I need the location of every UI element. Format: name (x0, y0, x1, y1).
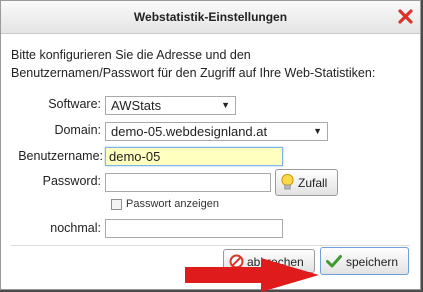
dropdown-arrow-icon: ▼ (313, 126, 322, 136)
dropdown-arrow-icon: ▼ (221, 100, 230, 110)
lightbulb-icon (281, 173, 294, 190)
repeat-password-label: nochmal: (50, 221, 101, 235)
software-value: AWStats (111, 98, 162, 113)
button-separator (11, 245, 410, 246)
software-select[interactable]: AWStats ▼ (105, 96, 236, 115)
intro-line-2: Benutzernamen/Passwort für den Zugriff a… (11, 66, 376, 80)
red-arrow-icon (185, 258, 319, 292)
password-label: Password: (42, 174, 101, 188)
domain-value: demo-05.webdesignland.at (111, 124, 268, 139)
close-icon (398, 9, 413, 24)
domain-label: Domain: (54, 123, 101, 137)
dialog-title: Webstatistik-Einstellungen (133, 10, 288, 24)
password-input[interactable] (105, 173, 271, 192)
random-button-label: Zufall (298, 176, 328, 190)
repeat-password-input[interactable] (105, 219, 283, 238)
software-label: Software: (48, 97, 101, 111)
random-password-button[interactable]: Zufall (275, 169, 338, 196)
username-input[interactable]: demo-05 (105, 147, 283, 166)
settings-dialog: Webstatistik-Einstellungen Bitte konfigu… (0, 0, 421, 290)
show-password-checkbox[interactable] (111, 199, 122, 210)
close-button[interactable] (397, 8, 414, 25)
domain-select[interactable]: demo-05.webdesignland.at ▼ (105, 122, 328, 141)
dialog-titlebar: Webstatistik-Einstellungen (1, 1, 420, 34)
intro-text: Bitte konfigurieren Sie die Adresse und … (11, 46, 411, 82)
save-button[interactable]: speichern (320, 247, 409, 275)
show-password-label[interactable]: Passwort anzeigen (126, 198, 219, 210)
checkmark-icon (326, 255, 342, 268)
intro-line-1: Bitte konfigurieren Sie die Adresse und … (11, 48, 251, 62)
username-label: Benutzername: (18, 149, 103, 163)
save-button-label: speichern (346, 255, 399, 269)
